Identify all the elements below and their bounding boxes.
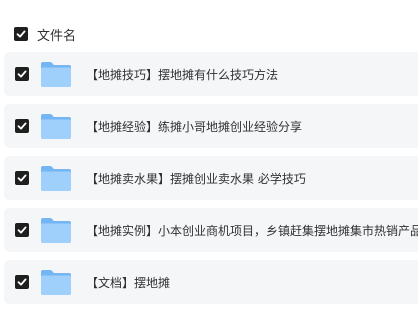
file-name[interactable]: 【地摊经验】练摊小哥地摊创业经验分享 (86, 118, 302, 135)
file-row[interactable]: 【地摊实例】小本创业商机项目，乡镇赶集摆地摊集市热销产品， (4, 208, 418, 252)
file-row[interactable]: 【文档】摆地摊 (4, 260, 418, 304)
file-row-checkbox[interactable] (15, 119, 29, 133)
folder-icon (41, 114, 71, 139)
file-row[interactable]: 【地摊技巧】摆地摊有什么技巧方法 (4, 52, 418, 96)
file-name[interactable]: 【地摊技巧】摆地摊有什么技巧方法 (86, 66, 278, 83)
checkmark-icon (17, 122, 27, 130)
checkmark-icon (17, 226, 27, 234)
checkmark-icon (17, 278, 27, 286)
file-row-checkbox[interactable] (15, 223, 29, 237)
file-list-panel: 文件名 【地摊技巧】摆地摊有什么技巧方法 【地摊经验】练摊小哥地摊创业经验分享 (0, 0, 418, 309)
file-name[interactable]: 【地摊实例】小本创业商机项目，乡镇赶集摆地摊集市热销产品， (86, 222, 418, 239)
file-row[interactable]: 【地摊经验】练摊小哥地摊创业经验分享 (4, 104, 418, 148)
folder-icon (41, 218, 71, 243)
checkmark-icon (17, 70, 27, 78)
checkmark-icon (17, 174, 27, 182)
folder-icon (41, 62, 71, 87)
file-list-header: 文件名 (14, 24, 76, 44)
file-row[interactable]: 【地摊卖水果】摆摊创业卖水果 必学技巧 (4, 156, 418, 200)
select-all-checkbox[interactable] (14, 27, 28, 41)
file-row-checkbox[interactable] (15, 275, 29, 289)
folder-icon (41, 270, 71, 295)
file-row-checkbox[interactable] (15, 67, 29, 81)
checkmark-icon (16, 30, 26, 38)
file-name[interactable]: 【地摊卖水果】摆摊创业卖水果 必学技巧 (86, 170, 306, 187)
file-name[interactable]: 【文档】摆地摊 (86, 274, 170, 291)
column-header-filename[interactable]: 文件名 (37, 25, 76, 44)
folder-icon (41, 166, 71, 191)
file-row-checkbox[interactable] (15, 171, 29, 185)
